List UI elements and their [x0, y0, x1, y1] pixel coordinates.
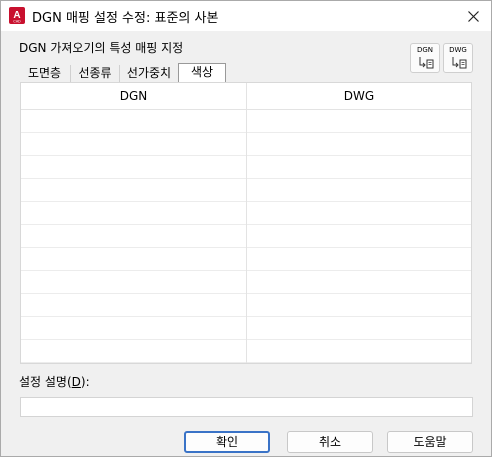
mapping-table: DGN DWG	[20, 82, 472, 364]
import-dgn-button[interactable]: DGN	[410, 43, 440, 73]
title-bar: A CAD DGN 매핑 설정 수정: 표준의 사본	[1, 1, 491, 31]
cancel-button[interactable]: 취소	[287, 431, 373, 453]
description-field[interactable]	[20, 397, 473, 417]
insert-arrow-icon	[452, 57, 467, 69]
column-header-dgn[interactable]: DGN	[21, 83, 246, 109]
dialog-window: A CAD DGN 매핑 설정 수정: 표준의 사본 DGN 가져오기의 특성 …	[0, 0, 492, 457]
mapping-section-label: DGN 가져오기의 특성 매핑 지정	[19, 41, 184, 55]
svg-text:CAD: CAD	[13, 20, 21, 24]
description-label: 설정 설명(D):	[19, 375, 90, 389]
dgn-button-label: DGN	[416, 46, 434, 54]
tab-colors[interactable]: 색상	[178, 63, 226, 82]
autocad-app-icon: A CAD	[9, 7, 25, 24]
tab-linetypes[interactable]: 선종류	[71, 65, 120, 82]
column-divider[interactable]	[246, 83, 247, 363]
close-icon	[467, 10, 479, 22]
tab-layers[interactable]: 도면층	[19, 65, 71, 82]
column-header-dwg[interactable]: DWG	[247, 83, 471, 109]
import-dwg-button[interactable]: DWG	[443, 43, 473, 73]
insert-arrow-icon	[419, 57, 434, 69]
ok-button[interactable]: 확인	[184, 431, 270, 453]
dwg-button-label: DWG	[449, 46, 467, 54]
close-button[interactable]	[455, 1, 491, 31]
help-button[interactable]: 도움말	[387, 431, 473, 453]
tab-lineweights[interactable]: 선가중치	[120, 65, 178, 82]
window-title: DGN 매핑 설정 수정: 표준의 사본	[32, 11, 219, 26]
